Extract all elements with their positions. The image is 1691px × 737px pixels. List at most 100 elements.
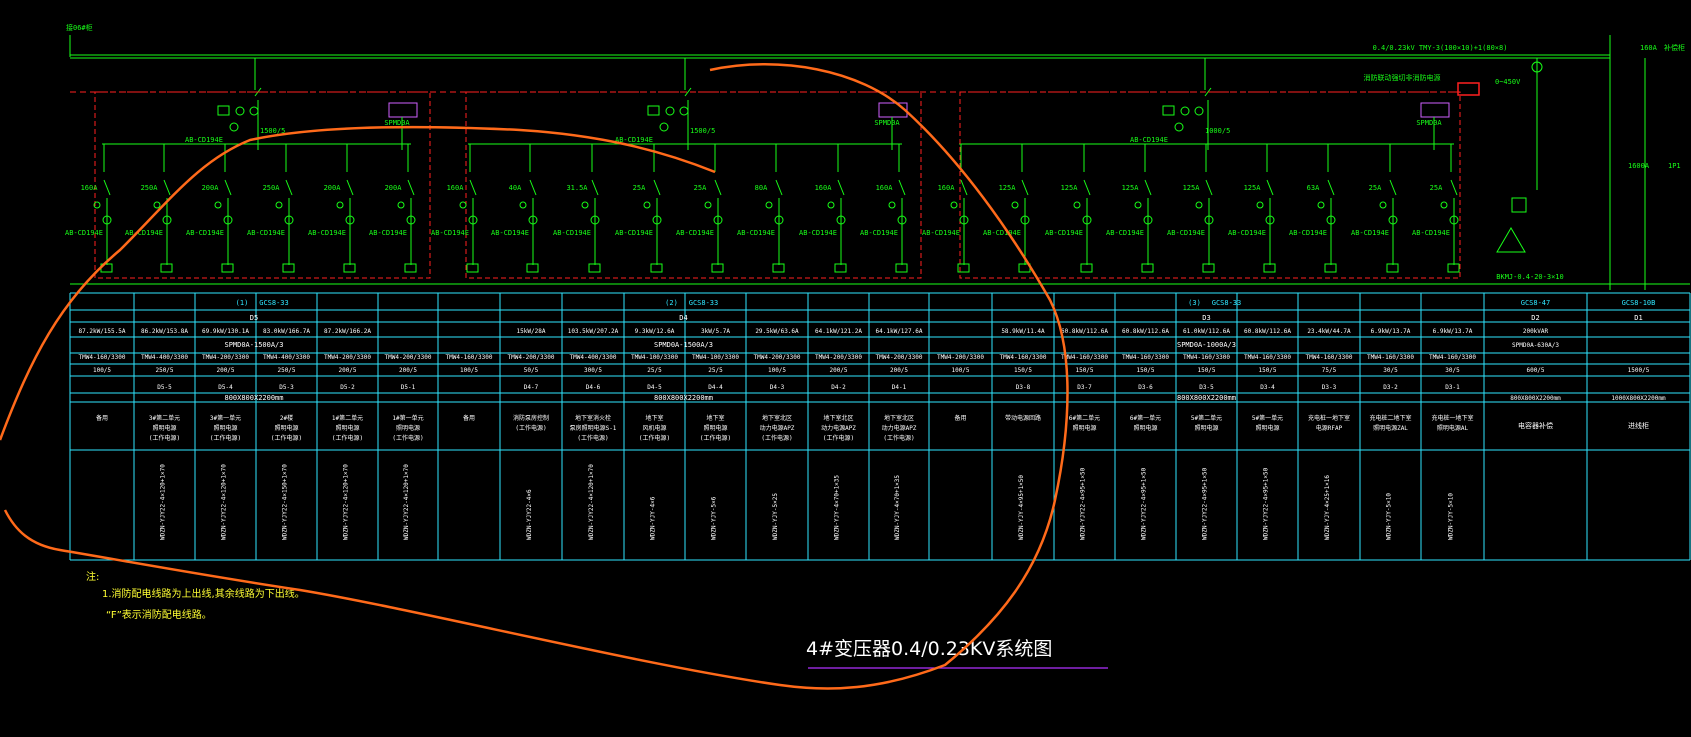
meter-box-icon [217, 105, 230, 116]
branch-meter-label: AB-CD194E [186, 229, 224, 237]
cable-spec: WDZN-YJY22-4×150+1×70 [282, 464, 289, 540]
group-header: (2) [665, 299, 678, 307]
ct-icon [679, 106, 689, 116]
load-power: 86.2kW/153.8A [141, 328, 188, 335]
breaker-model: TMW4-400/3300 [263, 354, 310, 361]
breaker-model: TMW4-200/3300 [202, 354, 249, 361]
branch-meter-label: AB-CD194E [491, 229, 529, 237]
branch-breaker [898, 179, 906, 196]
circuit-id: D3-2 [1383, 384, 1398, 391]
branch-breaker [960, 179, 968, 196]
system-diagram-canvas: 接06#柜 0.4/0.23kV TMY-3(100×10)+1(80×8) 160… [0, 23, 1691, 690]
busbar-size: 800X800X2200mm [654, 394, 713, 402]
circuit-id: D4-1 [892, 384, 907, 391]
cabinet-model: GCS8-33 [1212, 299, 1242, 307]
busbar-size: 1000X800X2200mm [1611, 395, 1666, 402]
branch-circuit: 160A AB-CD194E [431, 144, 479, 273]
branch-breaker [775, 179, 783, 196]
branch-breaker [1389, 179, 1397, 196]
breaker-model: TMW4-160/3300 [1183, 354, 1230, 361]
circuit-usage: 1#第二单元照明电源(工作电源) [332, 414, 363, 442]
breaker-model: TMW4-160/3300 [79, 354, 126, 361]
branch-meter-label: AB-CD194E [1289, 229, 1327, 237]
fire-link-box [1457, 82, 1480, 96]
branch-meter-label: AB-CD194E [431, 229, 469, 237]
branch-meter-label: AB-CD194E [247, 229, 285, 237]
circuit-usage: 地下室照明电源(工作电源) [700, 414, 731, 442]
branch-circuit: 25A AB-CD194E [615, 144, 663, 273]
branch-breaker [529, 179, 537, 196]
branch-breaker [591, 179, 599, 196]
load-power: 83.0kW/166.7A [263, 328, 310, 335]
outgoing-terminal-icon [282, 263, 295, 273]
branch-circuit: 40A AB-CD194E [491, 144, 539, 273]
ct-icon [336, 201, 344, 209]
load-power: 3kW/5.7A [701, 328, 730, 335]
cable-spec: WDZN-YJY22-4×120+1×70 [403, 464, 410, 540]
ammeter-icon [229, 122, 239, 132]
outgoing-terminal-icon [160, 263, 173, 273]
ct-icon [1440, 201, 1448, 209]
circuit-id: D3-3 [1322, 384, 1337, 391]
ct-icon [827, 201, 835, 209]
branch-breaker [163, 179, 171, 196]
circuit-usage: 地下室风机电源(工作电源) [639, 414, 670, 442]
branch-meter-label: AB-CD194E [922, 229, 960, 237]
outgoing-terminal-icon [834, 263, 847, 273]
branch-circuit: 160A AB-CD194E [860, 144, 908, 273]
notes-line-2: “F”表示消防配电线路。 [106, 608, 212, 621]
cabinet-model: GCS8-47 [1521, 299, 1551, 307]
right-top-a: 160A [1640, 44, 1658, 52]
branch-circuit: 125A AB-CD194E [1106, 144, 1154, 273]
ct-ratio: 75/5 [1322, 367, 1337, 374]
fire-box-label: 消防联动强切非消防电源 [1364, 73, 1441, 82]
breaker-model: TMW4-200/3300 [876, 354, 923, 361]
branch-breaker [837, 179, 845, 196]
group-header: (1) [236, 299, 249, 307]
meter-box-icon [1162, 105, 1175, 116]
circuit-usage: 6#第一单元照明电源 [1130, 414, 1161, 432]
load-power: 64.1kW/121.2A [815, 328, 862, 335]
outgoing-terminal-icon [1080, 263, 1093, 273]
load-power: 60.8kW/112.6A [1244, 328, 1291, 335]
outgoing-terminal-icon [466, 263, 479, 273]
branch-meter-label: AB-CD194E [799, 229, 837, 237]
kwh-meter-icon [1180, 106, 1190, 116]
load-power: 29.5kW/63.6A [755, 328, 799, 335]
circuit-id: D4-2 [831, 384, 846, 391]
branch-breaker [407, 179, 415, 196]
circuit-usage: 备用 [463, 414, 475, 422]
ct-icon [1194, 106, 1204, 116]
branch-meter-label: AB-CD194E [553, 229, 591, 237]
meter-box-icon [647, 105, 660, 116]
cable-spec: WDZN-YJY-4×6 [650, 496, 657, 540]
cable-spec: WDZN-YJY22-4×95+1×50 [1141, 467, 1148, 540]
load-power: 9.3kW/12.6A [635, 328, 675, 335]
cable-spec: WDZN-YJY22-4×95+1×50 [1080, 467, 1087, 540]
breaker-model: TMW4-200/3300 [815, 354, 862, 361]
kwh-meter-icon [235, 106, 245, 116]
ct-ratio: 150/5 [1258, 367, 1276, 374]
busbar-size: 800X800X2200mm [224, 394, 283, 402]
incoming-label: 接06#柜 [66, 23, 93, 32]
reactor-icon [1511, 197, 1527, 213]
ct-ratio: 250/5 [277, 367, 295, 374]
breaker-model: TMW4-160/3300 [1244, 354, 1291, 361]
circuit-usage: 3#第一单元照明电源(工作电源) [210, 414, 241, 442]
cabinet-no: D3 [1202, 314, 1210, 322]
branch-circuit: 250A AB-CD194E [125, 144, 173, 273]
branch-breaker [1021, 179, 1029, 196]
right-edge-label-1: 1600A [1628, 162, 1650, 170]
circuit-usage: 充电桩一地下室照明电源AL [1431, 414, 1473, 432]
ct-icon [1256, 201, 1264, 209]
branch-circuit: 200A AB-CD194E [308, 144, 356, 273]
ct-icon [643, 201, 651, 209]
outgoing-terminal-icon [343, 263, 356, 273]
load-power: 61.0kW/112.6A [1183, 328, 1230, 335]
branch-meter-label: AB-CD194E [1228, 229, 1266, 237]
branch-breaker-rating: 25A [633, 184, 646, 192]
branch-breaker-rating: 125A [1061, 184, 1079, 192]
branch-meter-label: AB-CD194E [125, 229, 163, 237]
surge-model: SPMD0A-630A/3 [1512, 342, 1559, 349]
outgoing-terminal-icon [588, 263, 601, 273]
